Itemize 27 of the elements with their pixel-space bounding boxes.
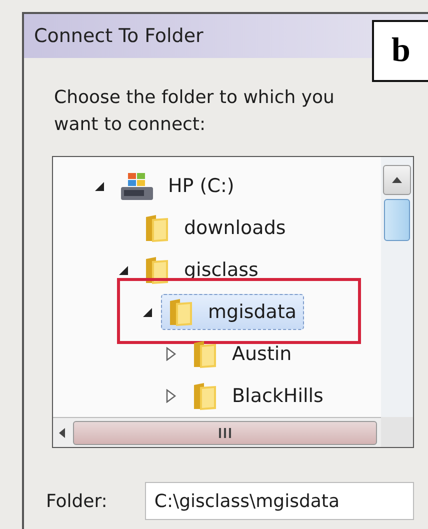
folder-icon <box>144 213 170 243</box>
scroll-thumb[interactable] <box>73 420 377 444</box>
folder-field[interactable]: C:\gisclass\mgisdata <box>145 482 414 520</box>
prompt-text: Choose the folder to which you want to connect: <box>54 86 336 137</box>
folder-icon <box>144 255 170 285</box>
tree-item[interactable]: Austin <box>185 336 299 372</box>
scroll-up-button[interactable] <box>383 165 411 195</box>
scroll-thumb[interactable] <box>384 199 410 241</box>
drive-icon <box>120 171 154 201</box>
tree-item[interactable]: BlackHills <box>185 378 330 414</box>
tree-item[interactable]: gisclass <box>137 252 266 288</box>
figure-label: b <box>372 20 428 82</box>
scroll-left-icon[interactable] <box>57 426 67 438</box>
tree-item[interactable]: downloads <box>137 210 293 246</box>
collapsed-arrow-icon[interactable] <box>165 347 177 361</box>
folder-icon <box>192 381 218 411</box>
expanded-arrow-icon[interactable] <box>93 180 105 192</box>
folder-icon <box>168 297 194 327</box>
folder-label: Folder: <box>46 490 108 512</box>
folder-icon <box>192 339 218 369</box>
tree-item[interactable]: mgisdata <box>161 294 304 330</box>
collapsed-arrow-icon[interactable] <box>165 389 177 403</box>
up-arrow-icon <box>391 176 403 184</box>
expanded-arrow-icon[interactable] <box>141 306 153 318</box>
expanded-arrow-icon[interactable] <box>117 264 129 276</box>
tree-item[interactable]: HP (C:) <box>113 168 242 204</box>
grip-icon <box>218 428 232 438</box>
